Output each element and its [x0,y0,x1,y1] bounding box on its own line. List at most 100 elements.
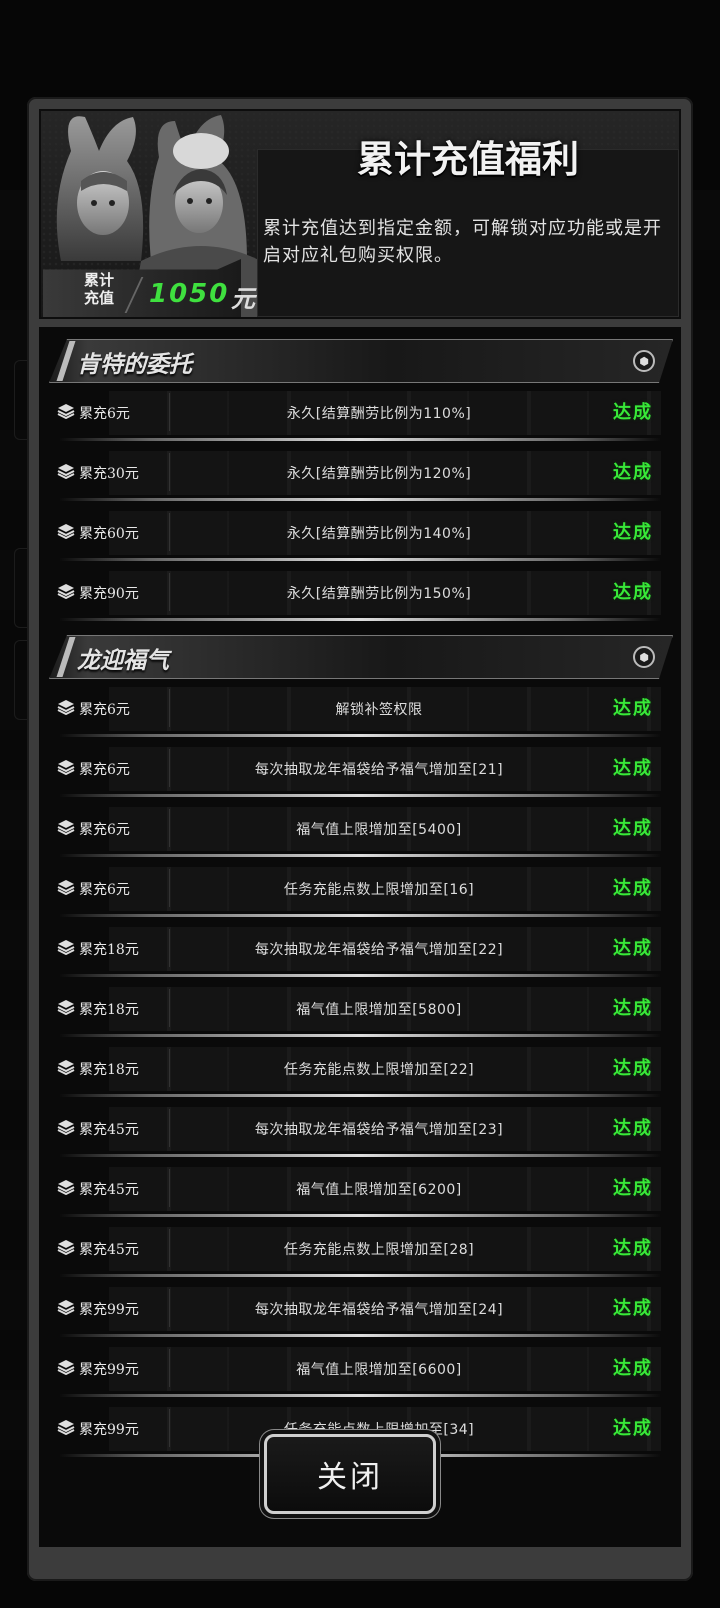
row-threshold-label: 累充45元 [79,1242,139,1258]
row-status-achieved: 达成 [613,1298,653,1319]
row-threshold-label: 累充90元 [79,586,139,602]
row-reward-description: 永久[结算酬劳比例为110%] [286,406,472,422]
row-reward-description: 每次抽取龙年福袋给予福气增加至[21] [254,762,504,778]
stack-layers-icon [57,1119,75,1136]
close-button[interactable]: 关闭 [264,1434,436,1514]
row-status-achieved: 达成 [613,582,653,603]
row-divider [169,1169,170,1207]
row-separator-line [59,1154,661,1157]
row-status-achieved: 达成 [613,1238,653,1259]
row-status-achieved: 达成 [613,818,653,839]
row-reward-description: 任务充能点数上限增加至[22] [283,1062,475,1078]
row-threshold-label: 累充99元 [79,1422,139,1438]
stack-layers-icon [57,463,75,480]
row-status-achieved: 达成 [613,402,653,423]
reward-row: 累充90元 永久[结算酬劳比例为150%] 达成 [49,563,671,623]
row-threshold-label: 累充18元 [79,1062,139,1078]
stack-layers-icon [57,1359,75,1376]
row-divider [169,1109,170,1147]
row-reward-description: 福气值上限增加至[6600] [296,1362,462,1378]
row-divider [169,453,170,491]
row-divider [169,393,170,431]
row-status-achieved: 达成 [613,1358,653,1379]
row-threshold-label: 累充6元 [79,882,130,898]
row-reward-description: 福气值上限增加至[5400] [296,822,462,838]
row-threshold-label: 累充99元 [79,1362,139,1378]
row-reward-description: 福气值上限增加至[5800] [296,1002,462,1018]
row-threshold-label: 累充6元 [79,702,130,718]
row-separator-line [59,1274,661,1277]
row-threshold-label: 累充45元 [79,1122,139,1138]
row-reward-description: 任务充能点数上限增加至[28] [283,1242,475,1258]
reward-row: 累充6元 每次抽取龙年福袋给予福气增加至[21] 达成 [49,739,671,799]
row-status-achieved: 达成 [613,1178,653,1199]
row-separator-line [59,618,661,621]
section-header: 肯特的委托 ⬢ [49,339,673,383]
row-status-achieved: 达成 [613,938,653,959]
recharge-total-label: 累计 充值 [69,271,129,307]
row-divider [169,869,170,907]
row-separator-line [59,498,661,501]
reward-row: 累充45元 任务充能点数上限增加至[28] 达成 [49,1219,671,1279]
row-reward-description: 永久[结算酬劳比例为120%] [286,466,472,482]
row-reward-description: 永久[结算酬劳比例为150%] [286,586,472,602]
section-title: 龙迎福气 [77,648,169,674]
row-divider [169,689,170,727]
row-separator-line [59,1034,661,1037]
rewards-list[interactable]: 肯特的委托 ⬢ 累充6元 永久[结算酬劳比例为110%] 达成 累充30元 永久[结算酬劳比… [39,327,681,1547]
row-status-achieved: 达成 [613,1118,653,1139]
row-divider [169,1409,170,1447]
row-status-achieved: 达成 [613,1418,653,1439]
stack-layers-icon [57,819,75,836]
reward-row: 累充99元 每次抽取龙年福袋给予福气增加至[24] 达成 [49,1279,671,1339]
row-reward-description: 任务充能点数上限增加至[16] [283,882,475,898]
row-divider [169,1229,170,1267]
reward-row: 累充45元 每次抽取龙年福袋给予福气增加至[23] 达成 [49,1099,671,1159]
row-threshold-label: 累充60元 [79,526,139,542]
row-divider [169,573,170,611]
stack-layers-icon [57,1179,75,1196]
row-separator-line [59,1334,661,1337]
row-reward-description: 每次抽取龙年福袋给予福气增加至[24] [254,1302,504,1318]
row-status-achieved: 达成 [613,998,653,1019]
section-title: 肯特的委托 [77,352,192,378]
row-threshold-label: 累充6元 [79,762,130,778]
reward-row: 累充18元 任务充能点数上限增加至[22] 达成 [49,1039,671,1099]
row-divider [169,1289,170,1327]
row-threshold-label: 累充18元 [79,1002,139,1018]
row-reward-description: 每次抽取龙年福袋给予福气增加至[22] [254,942,504,958]
recharge-unit: 元 [231,285,255,313]
stack-layers-icon [57,939,75,956]
page-title: 累计充值福利 [357,138,579,181]
row-separator-line [59,914,661,917]
row-threshold-label: 累充45元 [79,1182,139,1198]
row-separator-line [59,974,661,977]
reward-row: 累充18元 福气值上限增加至[5800] 达成 [49,979,671,1039]
recharge-label-line2: 充值 [83,289,114,307]
row-status-achieved: 达成 [613,462,653,483]
row-threshold-label: 累充6元 [79,822,130,838]
row-status-achieved: 达成 [613,1058,653,1079]
row-divider [169,513,170,551]
row-separator-line [59,438,661,441]
reward-row: 累充6元 任务充能点数上限增加至[16] 达成 [49,859,671,919]
row-threshold-label: 累充18元 [79,942,139,958]
stack-layers-icon [57,759,75,776]
row-separator-line [59,558,661,561]
reward-row: 累充6元 福气值上限增加至[5400] 达成 [49,799,671,859]
row-divider [169,929,170,967]
hexagon-icon[interactable]: ⬢ [633,646,655,668]
hexagon-icon[interactable]: ⬢ [633,350,655,372]
row-reward-description: 每次抽取龙年福袋给予福气增加至[23] [254,1122,504,1138]
row-divider [169,749,170,787]
reward-row: 累充99元 福气值上限增加至[6600] 达成 [49,1339,671,1399]
stack-layers-icon [57,583,75,600]
row-separator-line [59,1214,661,1217]
row-separator-line [59,1094,661,1097]
row-reward-description: 福气值上限增加至[6200] [296,1182,462,1198]
stack-layers-icon [57,1299,75,1316]
recharge-welfare-dialog: 累计 充值 1050 元 累计充值福利 累计充值达到指定金额，可解锁对应功能或是… [27,97,693,1581]
row-divider [169,809,170,847]
reward-row: 累充18元 每次抽取龙年福袋给予福气增加至[22] 达成 [49,919,671,979]
stack-layers-icon [57,523,75,540]
